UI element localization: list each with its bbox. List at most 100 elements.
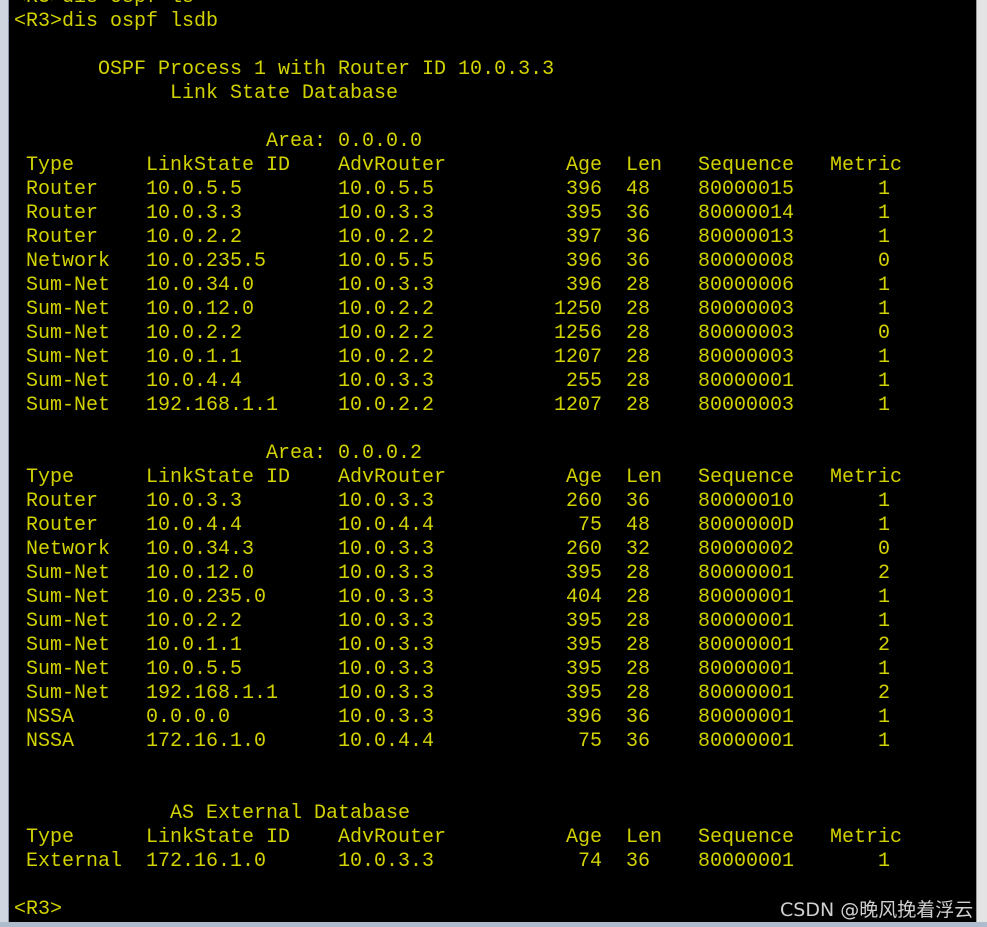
previous-command: <R3>dis ospf ls — [14, 0, 194, 10]
cell-lsid: 10.0.12.0 — [146, 562, 255, 585]
window-right-border — [976, 0, 987, 922]
cell-type: Sum-Net — [26, 562, 111, 585]
cell-type: Sum-Net — [26, 682, 111, 705]
window-bottom-border — [0, 922, 987, 927]
table-header: Type LinkState ID AdvRouter Age Len Sequence M… — [14, 154, 974, 178]
cell-age: 396 — [566, 706, 603, 729]
watermark: CSDN @晚风挽着浮云 — [780, 899, 974, 921]
cell-sequence: 80000001 — [698, 850, 795, 873]
cell-lsid: 10.0.34.3 — [146, 538, 255, 561]
cell-adv-router: 10.0.3.3 — [338, 274, 435, 297]
header-len: Len — [626, 826, 663, 849]
cell-lsid: 10.0.4.4 — [146, 370, 243, 393]
cell-len: 48 — [626, 514, 651, 537]
cell-sequence: 80000001 — [698, 730, 795, 753]
cell-age: 395 — [566, 682, 603, 705]
header-len: Len — [626, 466, 663, 489]
cell-lsid: 10.0.3.3 — [146, 202, 243, 225]
cell-metric: 1 — [878, 226, 891, 249]
cell-type: External — [26, 850, 123, 873]
cell-metric: 1 — [878, 178, 891, 201]
cell-sequence: 80000003 — [698, 298, 795, 321]
cell-age: 255 — [566, 370, 603, 393]
header-len: Len — [626, 154, 663, 177]
cell-lsid: 192.168.1.1 — [146, 682, 279, 705]
cell-len: 36 — [626, 850, 651, 873]
lsa-row: Sum-Net 192.168.1.1 10.0.3.3 395 28 80000001 2 — [14, 682, 974, 706]
cell-len: 36 — [626, 490, 651, 513]
header-metric: Metric — [830, 466, 903, 489]
cell-len: 28 — [626, 346, 651, 369]
area-label-line: Area: 0.0.0.2 — [14, 442, 974, 466]
terminal-output[interactable]: <R3>dis ospf ls<R3>dis ospf lsdb OSPF Pro… — [14, 0, 974, 922]
table-header: Type LinkState ID AdvRouter Age Len Sequence M… — [14, 826, 974, 850]
area-label-line: Area: 0.0.0.0 — [14, 130, 974, 154]
cell-metric: 1 — [878, 586, 891, 609]
cell-sequence: 80000001 — [698, 658, 795, 681]
cell-type: Router — [26, 202, 99, 225]
cell-len: 28 — [626, 322, 651, 345]
cell-len: 48 — [626, 178, 651, 201]
cell-metric: 1 — [878, 274, 891, 297]
cell-age: 1250 — [554, 298, 603, 321]
cell-metric: 2 — [878, 634, 891, 657]
cell-adv-router: 10.0.3.3 — [338, 610, 435, 633]
lsa-row: Router 10.0.3.3 10.0.3.3 260 36 80000010 1 — [14, 490, 974, 514]
header-metric: Metric — [830, 826, 903, 849]
cell-adv-router: 10.0.3.3 — [338, 490, 435, 513]
cell-age: 1207 — [554, 394, 603, 417]
cell-sequence: 80000008 — [698, 250, 795, 273]
cell-metric: 0 — [878, 322, 891, 345]
cell-adv-router: 10.0.3.3 — [338, 538, 435, 561]
cell-len: 28 — [626, 298, 651, 321]
external-label-line: AS External Database — [14, 802, 974, 826]
lsa-row: Network 10.0.235.5 10.0.5.5 396 36 80000008 0 — [14, 250, 974, 274]
cell-type: Router — [26, 178, 99, 201]
cell-age: 395 — [566, 202, 603, 225]
cell-sequence: 80000001 — [698, 610, 795, 633]
cell-sequence: 80000003 — [698, 394, 795, 417]
lsa-row: Sum-Net 10.0.12.0 10.0.2.2 1250 28 80000003 1 — [14, 298, 974, 322]
cell-lsid: 10.0.4.4 — [146, 514, 243, 537]
cell-adv-router: 10.0.5.5 — [338, 250, 435, 273]
title-line: OSPF Process 1 with Router ID 10.0.3.3 — [14, 58, 974, 82]
cell-metric: 0 — [878, 250, 891, 273]
lsa-row: Router 10.0.5.5 10.0.5.5 396 48 80000015 1 — [14, 178, 974, 202]
cell-len: 28 — [626, 586, 651, 609]
lsa-row: Sum-Net 10.0.12.0 10.0.3.3 395 28 80000001 2 — [14, 562, 974, 586]
cell-age: 396 — [566, 274, 603, 297]
cell-len: 28 — [626, 370, 651, 393]
cell-sequence: 80000002 — [698, 538, 795, 561]
header-sequence: Sequence — [698, 154, 795, 177]
header-sequence: Sequence — [698, 466, 795, 489]
lsa-row: Sum-Net 10.0.2.2 10.0.3.3 395 28 80000001 1 — [14, 610, 974, 634]
lsa-row: Sum-Net 10.0.1.1 10.0.3.3 395 28 80000001 2 — [14, 634, 974, 658]
cell-sequence: 80000015 — [698, 178, 795, 201]
cell-type: Sum-Net — [26, 586, 111, 609]
external-db-title: AS External Database — [170, 802, 411, 825]
lsa-row: NSSA 172.16.1.0 10.0.4.4 75 36 80000001 1 — [14, 730, 974, 754]
cell-adv-router: 10.0.2.2 — [338, 394, 435, 417]
cell-type: Sum-Net — [26, 322, 111, 345]
lsa-row: Sum-Net 192.168.1.1 10.0.2.2 1207 28 80000003… — [14, 394, 974, 418]
cell-adv-router: 10.0.4.4 — [338, 730, 435, 753]
cell-type: Sum-Net — [26, 370, 111, 393]
lsa-row: External 172.16.1.0 10.0.3.3 74 36 80000001 1 — [14, 850, 974, 874]
cell-type: Router — [26, 514, 99, 537]
cell-metric: 1 — [878, 658, 891, 681]
cell-sequence: 80000001 — [698, 562, 795, 585]
cell-len: 32 — [626, 538, 651, 561]
cell-adv-router: 10.0.2.2 — [338, 322, 435, 345]
cell-age: 404 — [566, 586, 603, 609]
cell-adv-router: 10.0.3.3 — [338, 586, 435, 609]
cell-adv-router: 10.0.3.3 — [338, 634, 435, 657]
cell-len: 36 — [626, 730, 651, 753]
cell-type: Network — [26, 538, 111, 561]
header-lsid: LinkState ID — [146, 154, 291, 177]
header-lsid: LinkState ID — [146, 466, 291, 489]
cell-adv-router: 10.0.3.3 — [338, 682, 435, 705]
